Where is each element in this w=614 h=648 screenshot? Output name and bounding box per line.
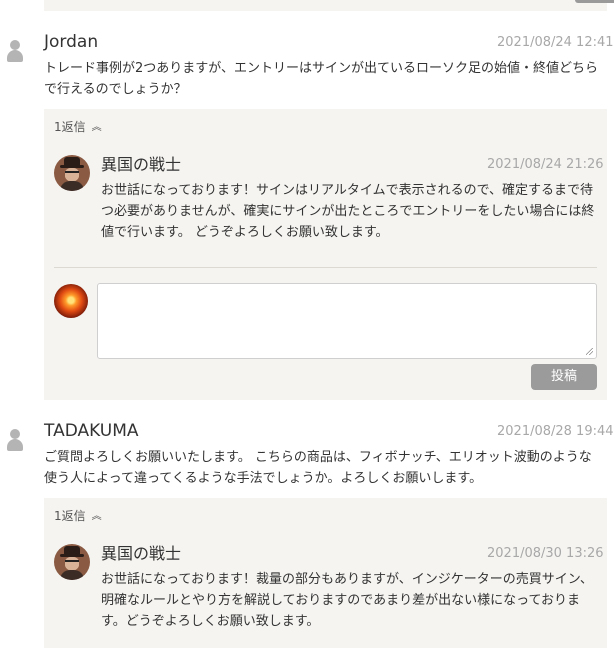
previous-reply-area xyxy=(44,0,614,11)
reply-date: 2021/08/30 13:26 xyxy=(487,546,604,561)
comment-text: ご質問よろしくお願いいたします。 こちらの商品は、フィボナッチ、エリオット波動の… xyxy=(44,450,592,486)
reply-author[interactable]: 異国の戦士 xyxy=(101,155,181,175)
author-avatar xyxy=(54,544,90,580)
comment-text: トレード事例が2つありますが、エントリーはサインが出ているローソク足の始値・終値… xyxy=(44,61,599,97)
reply-toggle[interactable]: 1返信 ︽ xyxy=(54,508,102,526)
user-silhouette-icon xyxy=(7,40,23,62)
post-button[interactable]: 投稿 xyxy=(531,364,597,390)
reply-text: お世話になっております！裁量の部分もありますが、インジケーターの売買サイン、明確… xyxy=(101,572,593,629)
reply-text: お世話になっております！サインはリアルタイムで表示されるので、確定するまで待つ必… xyxy=(101,183,595,240)
user-silhouette-icon xyxy=(7,429,23,451)
reply-textarea[interactable] xyxy=(97,283,597,359)
chevron-double-up-icon: ︽ xyxy=(91,122,102,133)
chevron-double-up-icon: ︽ xyxy=(91,511,102,522)
comment-date: 2021/08/24 12:41 xyxy=(497,35,614,50)
author-avatar xyxy=(54,155,90,191)
comment-date: 2021/08/28 19:44 xyxy=(497,424,614,439)
reply-count-label: 1返信 xyxy=(54,509,86,523)
current-user-avatar xyxy=(54,284,88,318)
divider xyxy=(54,267,597,268)
resize-grip-icon[interactable] xyxy=(586,348,593,355)
reply-toggle[interactable]: 1返信 ︽ xyxy=(54,119,102,137)
comment-author[interactable]: Jordan xyxy=(44,32,98,52)
reply-date: 2021/08/24 21:26 xyxy=(487,157,604,172)
reply-count-label: 1返信 xyxy=(54,120,86,134)
previous-post-button[interactable] xyxy=(575,0,614,3)
reply-author[interactable]: 異国の戦士 xyxy=(101,544,181,564)
comment-author[interactable]: TADAKUMA xyxy=(44,421,139,441)
